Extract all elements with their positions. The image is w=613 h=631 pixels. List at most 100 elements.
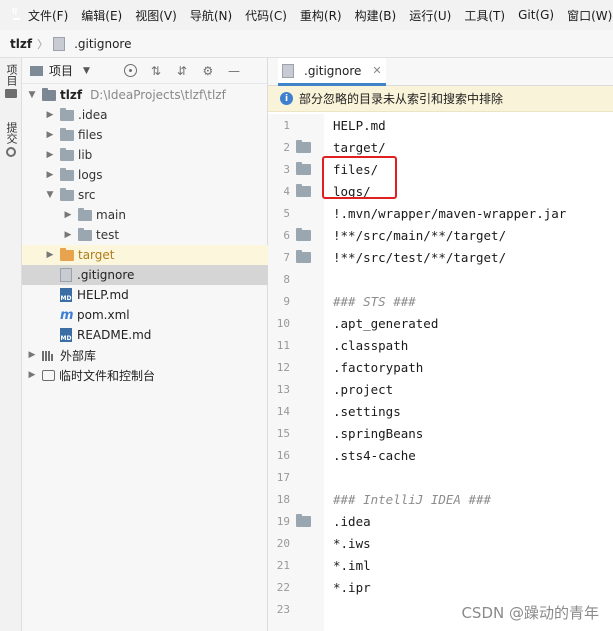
chevron-right-icon[interactable]: ▶	[44, 150, 56, 160]
tree-item-scratches[interactable]: ▶ 临时文件和控制台	[22, 365, 268, 385]
code-line[interactable]: 6 !**/src/main/**/target/	[268, 224, 613, 246]
chevron-right-icon[interactable]: ▶	[44, 170, 56, 180]
tree-item-label: test	[96, 228, 120, 242]
breadcrumb-project[interactable]: tlzf	[10, 37, 32, 51]
chevron-down-icon[interactable]: ▼	[83, 66, 90, 76]
tree-item-main[interactable]: ▶ main	[22, 205, 268, 225]
editor-tab-gitignore[interactable]: .gitignore ✕	[278, 58, 386, 86]
menu-run[interactable]: 运行(U)	[409, 7, 451, 24]
code-line[interactable]: 11 .classpath	[268, 334, 613, 356]
tree-item-root[interactable]: ▼ tlzf D:\IdeaProjects\tlzf\tlzf	[22, 85, 268, 105]
menu-build[interactable]: 构建(B)	[355, 7, 397, 24]
chevron-right-icon[interactable]: ▶	[44, 250, 56, 260]
chevron-down-icon[interactable]: ▼	[44, 190, 56, 200]
menu-git[interactable]: Git(G)	[518, 8, 554, 22]
code-line[interactable]: 22 *.ipr	[268, 576, 613, 598]
code-line[interactable]: 10 .apt_generated	[268, 312, 613, 334]
code-line[interactable]: 18 ### IntelliJ IDEA ###	[268, 488, 613, 510]
tree-item-test[interactable]: ▶ test	[22, 225, 268, 245]
gitignore-file-icon	[53, 36, 66, 51]
code-line[interactable]: 4 logs/	[268, 180, 613, 202]
code-line[interactable]: 20 *.iws	[268, 532, 613, 554]
expand-all-icon[interactable]: ⇅	[149, 64, 163, 78]
folder-icon	[5, 89, 17, 98]
code-line[interactable]: 9 ### STS ###	[268, 290, 613, 312]
tree-item-gitignore[interactable]: .gitignore	[22, 265, 268, 285]
line-number: 9	[283, 294, 290, 308]
tree-item-label: 外部库	[60, 348, 97, 363]
tree-item-lib[interactable]: ▶ lib	[22, 145, 268, 165]
code-line[interactable]: 14 .settings	[268, 400, 613, 422]
folder-icon[interactable]	[296, 513, 311, 527]
code-text: !**/src/main/**/target/	[333, 227, 507, 243]
menu-window[interactable]: 窗口(W)	[567, 7, 612, 24]
locate-target-icon[interactable]	[123, 64, 137, 77]
menu-edit[interactable]: 编辑(E)	[81, 7, 122, 24]
code-line[interactable]: 7 !**/src/test/**/target/	[268, 246, 613, 268]
menu-refactor[interactable]: 重构(R)	[300, 7, 342, 24]
breadcrumb-file[interactable]: .gitignore	[53, 36, 132, 51]
tree-item-logs[interactable]: ▶ logs	[22, 165, 268, 185]
chevron-right-icon[interactable]: ▶	[44, 130, 56, 140]
code-area[interactable]: 1 HELP.md 2 target/3 files/4 logs/5 !.mvn/wrap…	[277, 114, 613, 631]
chevron-right-icon[interactable]: ▶	[26, 370, 38, 380]
code-line[interactable]: 17	[268, 466, 613, 488]
project-tool-button[interactable]: 项目	[2, 64, 20, 98]
tree-item-target[interactable]: ▶ target	[22, 245, 268, 265]
code-line[interactable]: 19 .idea	[268, 510, 613, 532]
project-tree: ▼ tlzf D:\IdeaProjects\tlzf\tlzf ▶ .idea…	[22, 85, 268, 385]
chevron-down-icon[interactable]: ▼	[26, 90, 38, 100]
breadcrumb-file-label: .gitignore	[74, 36, 132, 51]
code-line[interactable]: 16 .sts4-cache	[268, 444, 613, 466]
chevron-right-icon[interactable]: ▶	[62, 210, 74, 220]
code-line[interactable]: 5 !.mvn/wrapper/maven-wrapper.jar	[268, 202, 613, 224]
folder-icon[interactable]	[296, 183, 311, 197]
folder-icon[interactable]	[296, 139, 311, 153]
line-number: 18	[276, 492, 290, 506]
commit-icon	[6, 147, 16, 157]
tree-item-help-md[interactable]: MD HELP.md	[22, 285, 268, 305]
code-line[interactable]: 2 target/	[268, 136, 613, 158]
tree-item-src[interactable]: ▼ src	[22, 185, 268, 205]
tree-item-pom[interactable]: m pom.xml	[22, 305, 268, 325]
editor-pane: .gitignore ✕ i 部分忽略的目录未从索引和搜索中排除 1 HELP.m…	[268, 58, 613, 631]
folder-icon[interactable]	[296, 249, 311, 263]
code-line[interactable]: 1 HELP.md	[268, 114, 613, 136]
line-number: 15	[276, 426, 290, 440]
tree-item-readme[interactable]: MD README.md	[22, 325, 268, 345]
tree-item-label: HELP.md	[77, 288, 129, 302]
code-line[interactable]: 8	[268, 268, 613, 290]
collapse-all-icon[interactable]: ⇵	[175, 64, 189, 78]
code-line[interactable]: 12 .factorypath	[268, 356, 613, 378]
close-icon[interactable]: ✕	[372, 64, 381, 77]
folder-icon[interactable]	[296, 161, 311, 175]
folder-icon[interactable]	[296, 227, 311, 241]
menu-file[interactable]: 文件(F)	[28, 7, 68, 24]
chevron-right-icon[interactable]: ▶	[26, 350, 38, 360]
line-number: 6	[283, 228, 290, 242]
minimize-icon[interactable]: —	[227, 64, 241, 78]
tree-item-label: pom.xml	[77, 308, 130, 322]
code-line[interactable]: 3 files/	[268, 158, 613, 180]
tree-item-external-libraries[interactable]: ▶ 外部库	[22, 345, 268, 365]
tree-item-label: tlzf	[60, 88, 83, 102]
project-panel-title[interactable]: 项目	[49, 62, 73, 79]
menu-tools[interactable]: 工具(T)	[464, 7, 505, 24]
chevron-right-icon[interactable]: ▶	[62, 230, 74, 240]
folder-icon	[78, 227, 92, 241]
code-line[interactable]: 15 .springBeans	[268, 422, 613, 444]
tree-item-files[interactable]: ▶ files	[22, 125, 268, 145]
folder-icon	[60, 127, 74, 141]
code-line[interactable]: 21 *.iml	[268, 554, 613, 576]
line-number: 14	[276, 404, 290, 418]
menu-navigate[interactable]: 导航(N)	[190, 7, 232, 24]
gear-icon[interactable]: ⚙	[201, 64, 215, 78]
menu-view[interactable]: 视图(V)	[135, 7, 177, 24]
menu-code[interactable]: 代码(C)	[245, 7, 287, 24]
line-number: 2	[283, 140, 290, 154]
chevron-right-icon[interactable]: ▶	[44, 110, 56, 120]
maven-file-icon: m	[60, 307, 74, 323]
code-line[interactable]: 13 .project	[268, 378, 613, 400]
tree-item-idea[interactable]: ▶ .idea	[22, 105, 268, 125]
commit-tool-button[interactable]: 提交	[2, 122, 20, 157]
